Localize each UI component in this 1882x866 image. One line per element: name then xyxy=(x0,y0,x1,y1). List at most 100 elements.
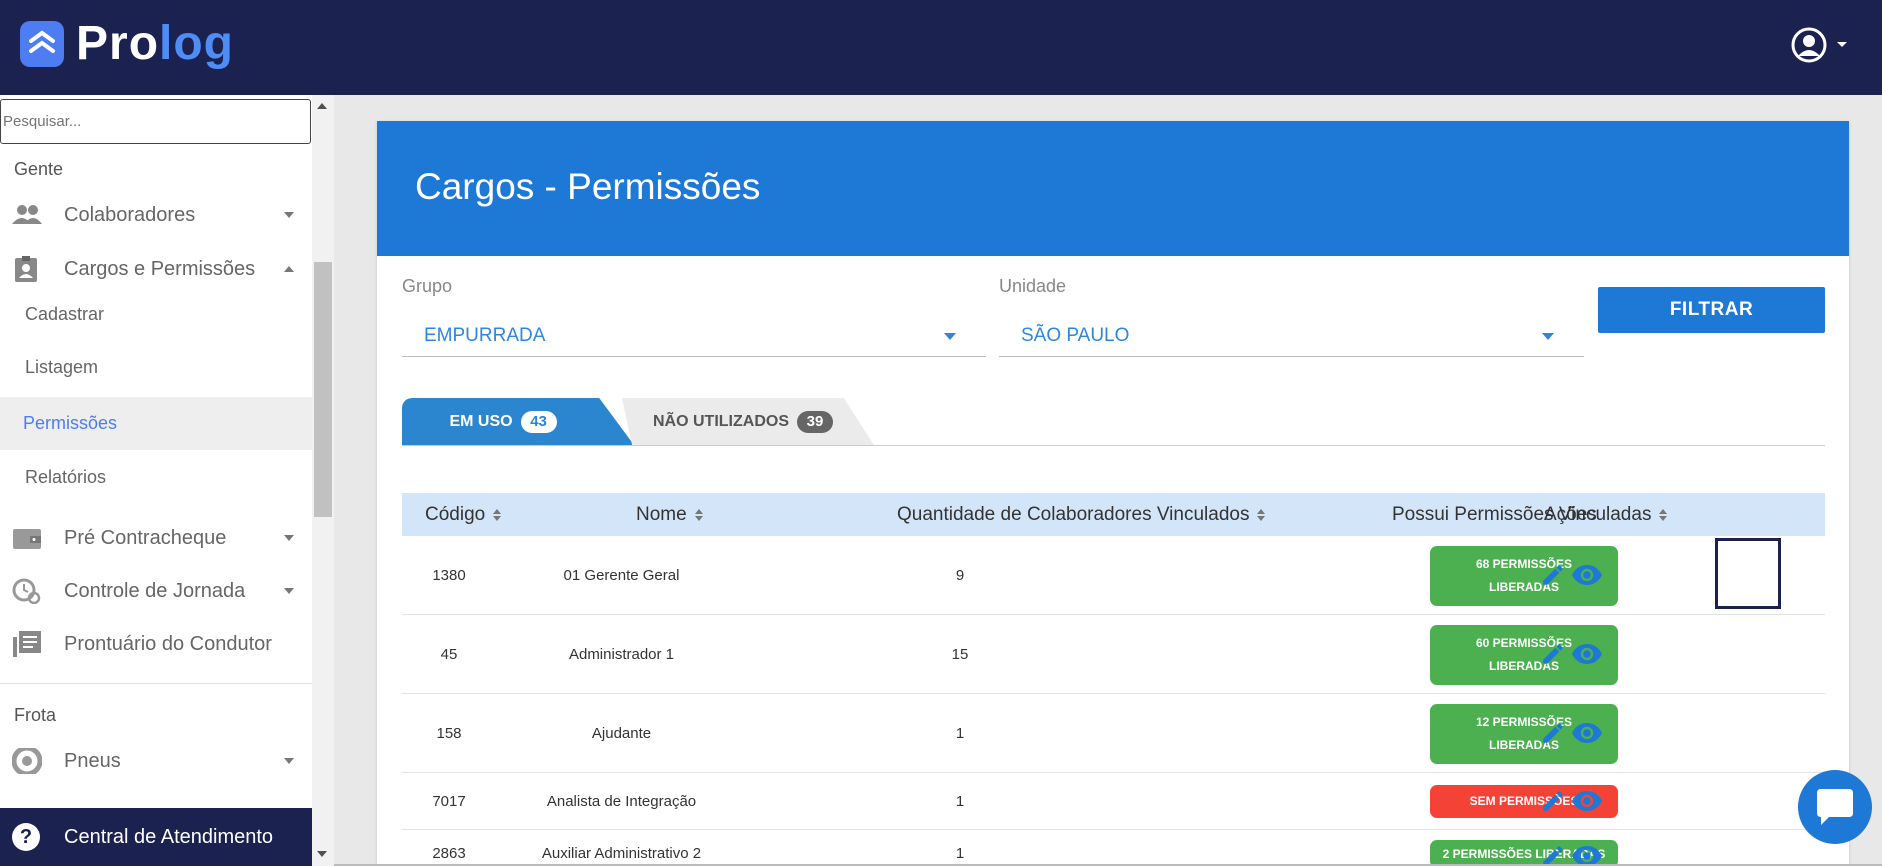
main-card: Cargos - Permissões Grupo EMPURRADA Unid… xyxy=(377,121,1849,866)
sidebar-item-label: Colaboradores xyxy=(64,203,196,226)
chevron-down-icon xyxy=(284,588,294,594)
grupo-select[interactable]: EMPURRADA xyxy=(402,317,986,357)
sidebar-item-label: Pneus xyxy=(64,749,121,772)
view-icon[interactable] xyxy=(1572,845,1602,866)
column-label: Quantidade de Colaboradores Vinculados xyxy=(897,503,1250,525)
help-center-label: Central de Atendimento xyxy=(64,825,274,848)
sidebar-item-prontuario[interactable]: Prontuário do Condutor xyxy=(0,618,312,670)
prolog-logo[interactable]: Prolog xyxy=(20,20,234,68)
top-bar: Prolog xyxy=(0,0,1882,95)
cell-quantidade: 15 xyxy=(951,645,969,663)
sidebar-subitem-relatorios[interactable]: Relatórios xyxy=(0,451,312,504)
chevron-down-icon xyxy=(284,535,294,541)
table-header: Código Nome Quantidade de Colaboradores … xyxy=(402,493,1825,536)
edit-icon[interactable] xyxy=(1540,843,1566,866)
sidebar-item-pneus[interactable]: Pneus xyxy=(0,735,312,787)
scroll-up-icon[interactable] xyxy=(317,103,327,109)
logo-text: Prolog xyxy=(76,17,234,70)
sidebar: Gente Colaboradores Cargos e Permissões … xyxy=(0,95,312,866)
chevron-down-icon xyxy=(284,758,294,764)
grupo-value: EMPURRADA xyxy=(424,325,546,346)
wallet-icon xyxy=(13,529,41,549)
tab-label: EM USO xyxy=(449,412,513,430)
search-input[interactable] xyxy=(0,99,311,144)
sidebar-item-colaboradores[interactable]: Colaboradores xyxy=(0,189,312,241)
table-row: 7017 Analista de Integração 1 SEM PERMIS… xyxy=(402,773,1825,830)
edit-icon[interactable] xyxy=(1540,562,1566,588)
sidebar-subitem-cadastrar[interactable]: Cadastrar xyxy=(0,288,312,341)
dropdown-arrow-icon xyxy=(1542,333,1554,340)
sidebar-item-label: Cargos e Permissões xyxy=(64,257,256,280)
sidebar-item-pre-contracheque[interactable]: Pré Contracheque xyxy=(0,512,312,564)
help-center-button[interactable]: ? Central de Atendimento xyxy=(0,808,312,866)
sidebar-scrollbar-thumb[interactable] xyxy=(314,262,332,517)
logo-icon xyxy=(20,21,64,67)
table-row: 158 Ajudante 1 12 PERMISSÕES LIBERADAS xyxy=(402,694,1825,773)
clock-icon xyxy=(12,578,41,604)
chevron-up-icon xyxy=(284,266,294,272)
cell-quantidade: 1 xyxy=(955,792,965,810)
sort-icon xyxy=(1659,508,1668,521)
view-icon[interactable] xyxy=(1572,564,1602,586)
edit-icon[interactable] xyxy=(1540,720,1566,746)
library-icon xyxy=(13,631,41,657)
cell-codigo: 45 xyxy=(440,645,458,663)
unidade-value: SÃO PAULO xyxy=(1021,325,1130,346)
sort-icon xyxy=(493,508,502,521)
column-header-nome[interactable]: Nome xyxy=(636,493,703,536)
tab-label: NÃO UTILIZADOS xyxy=(653,412,789,430)
count-badge: 43 xyxy=(520,410,557,433)
table-row: 45 Administrador 1 15 60 PERMISSÕES LIBE… xyxy=(402,615,1825,694)
tab-em-uso[interactable]: EM USO 43 xyxy=(402,398,634,445)
card-header: Cargos - Permissões xyxy=(377,121,1849,256)
column-header-codigo[interactable]: Código xyxy=(425,493,502,536)
cell-codigo: 158 xyxy=(436,724,462,742)
sidebar-item-label: Pré Contracheque xyxy=(64,526,227,549)
filter-button[interactable]: FILTRAR xyxy=(1598,287,1825,333)
sidebar-subitem-permissoes[interactable]: Permissões xyxy=(0,397,312,450)
sidebar-subitem-listagem[interactable]: Listagem xyxy=(0,341,312,394)
unidade-label: Unidade xyxy=(999,276,1067,296)
scroll-down-icon[interactable] xyxy=(317,851,327,857)
table-row: 2863 Auxiliar Administrativo 2 1 2 PERMI… xyxy=(402,830,1825,866)
cell-quantidade: 9 xyxy=(955,566,965,584)
section-frota: Frota xyxy=(14,705,57,725)
chevron-down-icon xyxy=(1837,42,1847,47)
column-header-permissoes[interactable]: Possui Permissões Vinculadas xyxy=(1392,493,1668,536)
cell-codigo: 2863 xyxy=(432,844,466,862)
table-row: 1380 01 Gerente Geral 9 68 PERMISSÕES LI… xyxy=(402,536,1825,615)
sidebar-item-label: Prontuário do Condutor xyxy=(64,632,272,655)
sidebar-item-controle-jornada[interactable]: Controle de Jornada xyxy=(0,565,312,617)
view-icon[interactable] xyxy=(1572,790,1602,812)
cell-codigo: 1380 xyxy=(432,566,466,584)
column-label: Nome xyxy=(636,503,687,525)
focus-ring xyxy=(1715,538,1781,609)
chat-icon xyxy=(1817,789,1853,825)
cell-nome: Analista de Integração xyxy=(546,792,697,810)
edit-icon[interactable] xyxy=(1540,788,1566,814)
unidade-select[interactable]: SÃO PAULO xyxy=(999,317,1584,357)
column-header-acoes: Ações xyxy=(1544,493,1597,536)
cell-codigo: 7017 xyxy=(432,792,466,810)
page-title: Cargos - Permissões xyxy=(415,166,761,207)
user-menu[interactable] xyxy=(1790,26,1848,64)
sort-icon xyxy=(1257,508,1266,521)
column-label: Código xyxy=(425,503,486,525)
view-icon[interactable] xyxy=(1572,722,1602,744)
sidebar-item-label: Controle de Jornada xyxy=(64,579,246,602)
cell-nome: Administrador 1 xyxy=(568,645,675,663)
help-icon: ? xyxy=(12,823,40,851)
chat-button[interactable] xyxy=(1798,770,1872,844)
count-badge: 39 xyxy=(797,410,833,433)
edit-icon[interactable] xyxy=(1540,641,1566,667)
dropdown-arrow-icon xyxy=(944,333,956,340)
column-label: Ações xyxy=(1544,503,1597,525)
chevron-down-icon xyxy=(284,212,294,218)
tab-nao-utilizados[interactable]: NÃO UTILIZADOS 39 xyxy=(622,398,874,445)
view-icon[interactable] xyxy=(1572,643,1602,665)
column-header-quantidade[interactable]: Quantidade de Colaboradores Vinculados xyxy=(897,493,1266,536)
account-circle-icon xyxy=(1791,27,1827,63)
divider xyxy=(0,683,312,684)
cell-quantidade: 1 xyxy=(955,724,965,742)
column-label: Possui Permissões Vinculadas xyxy=(1392,503,1652,525)
